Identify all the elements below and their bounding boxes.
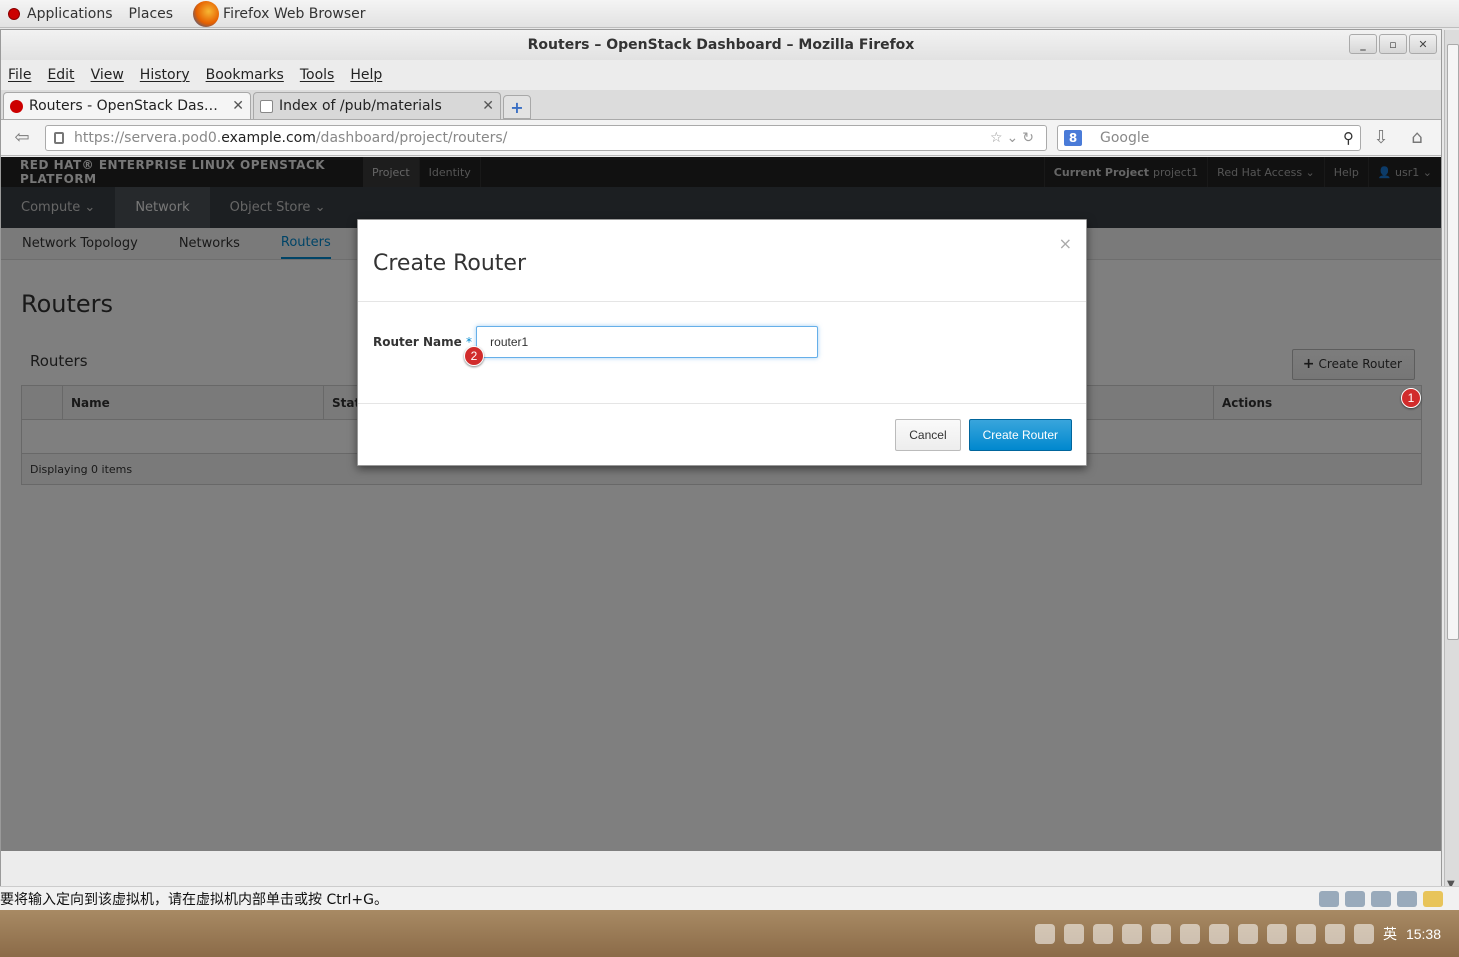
tab-title: Index of /pub/materials — [279, 98, 442, 114]
lock-icon — [54, 131, 64, 144]
vm-status-bar: 要将输入定向到该虚拟机，请在虚拟机内部单击或按 Ctrl+G。 — [0, 886, 1459, 910]
vm-input-hint: 要将输入定向到该虚拟机，请在虚拟机内部单击或按 Ctrl+G。 — [0, 891, 388, 908]
windows-taskbar: 英 15:38 — [0, 910, 1459, 957]
annotation-marker-1: 1 — [1401, 388, 1421, 408]
tab-routers[interactable]: Routers - OpenStack Dashb... ✕ — [3, 92, 251, 119]
firefox-icon — [193, 0, 220, 27]
cancel-button[interactable]: Cancel — [895, 419, 961, 451]
close-window-button[interactable]: ✕ — [1409, 34, 1437, 54]
minimize-button[interactable]: _ — [1349, 34, 1377, 54]
display-icon[interactable] — [1397, 890, 1417, 907]
maximize-button[interactable]: ▫ — [1379, 34, 1407, 54]
tray-app-icon[interactable] — [1092, 923, 1113, 944]
system-tray: 英 15:38 — [1034, 923, 1441, 944]
url-bar[interactable]: https://servera.pod0. example.com/dashboa… — [45, 124, 1047, 151]
close-icon[interactable]: × — [1059, 234, 1072, 253]
tray-app-icon[interactable] — [1150, 923, 1171, 944]
action-center-icon[interactable] — [1353, 923, 1374, 944]
clock[interactable]: 15:38 — [1406, 926, 1441, 942]
window-controls: _ ▫ ✕ — [1349, 34, 1437, 54]
tray-app-icon[interactable] — [1237, 923, 1258, 944]
tray-app-icon[interactable] — [1208, 923, 1229, 944]
input-language[interactable]: 英 — [1383, 924, 1397, 944]
window-title: Routers – OpenStack Dashboard – Mozilla … — [527, 37, 915, 53]
active-app-menu[interactable]: Firefox Web Browser — [189, 0, 366, 27]
vm-device-icons — [1319, 890, 1443, 907]
wifi-icon[interactable] — [1295, 923, 1316, 944]
bookmark-star-icon[interactable]: ☆⌄↻ — [990, 130, 1038, 146]
redhat-icon — [8, 7, 20, 20]
tab-close-icon[interactable]: ✕ — [232, 98, 244, 114]
tab-strip: Routers - OpenStack Dashb... ✕ Index of … — [1, 90, 1441, 120]
page-favicon-icon — [260, 99, 273, 113]
nvidia-icon[interactable] — [1121, 923, 1142, 944]
firefox-window: Routers – OpenStack Dashboard – Mozilla … — [0, 29, 1459, 911]
back-arrow-icon[interactable]: ⇦ — [7, 125, 37, 151]
create-router-modal: Create Router × Router Name * Cancel Cre… — [357, 219, 1087, 466]
message-icon[interactable] — [1423, 890, 1443, 907]
new-tab-button[interactable]: + — [503, 95, 531, 119]
search-placeholder: Google — [1100, 129, 1150, 146]
annotation-marker-2: 2 — [464, 346, 484, 366]
tab-title: Routers - OpenStack Dashb... — [29, 98, 227, 114]
menu-history[interactable]: History — [140, 67, 190, 83]
modal-title: Create Router — [373, 251, 527, 276]
modal-header: Create Router × — [358, 220, 1086, 302]
router-name-input[interactable] — [476, 326, 819, 358]
window-titlebar: Routers – OpenStack Dashboard – Mozilla … — [1, 30, 1441, 60]
tray-app-icon[interactable] — [1063, 923, 1084, 944]
downloads-icon[interactable]: ⇩ — [1365, 125, 1397, 151]
tray-app-icon[interactable] — [1179, 923, 1200, 944]
hard-disk-icon[interactable] — [1319, 890, 1339, 907]
url-path: /dashboard/project/routers/ — [315, 129, 508, 146]
search-bar[interactable]: 8 Google ⚲ — [1057, 124, 1361, 151]
menu-bar: File Edit View History Bookmarks Tools H… — [1, 60, 1441, 90]
router-name-label-text: Router Name — [373, 335, 462, 349]
tray-app-icon[interactable] — [1034, 923, 1055, 944]
applications-menu[interactable]: Applications — [8, 6, 113, 22]
url-host: example.com — [221, 129, 316, 146]
network-adapter-icon[interactable] — [1371, 890, 1391, 907]
places-label: Places — [128, 5, 174, 22]
url-prefix: https://servera.pod0. — [74, 129, 222, 146]
volume-icon[interactable] — [1324, 923, 1345, 944]
tab-close-icon[interactable]: ✕ — [482, 98, 494, 114]
menu-help[interactable]: Help — [350, 67, 382, 83]
redhat-favicon-icon — [10, 99, 23, 113]
search-icon[interactable]: ⚲ — [1343, 129, 1354, 147]
home-icon[interactable]: ⌂ — [1401, 125, 1433, 151]
router-name-label: Router Name * — [373, 335, 476, 349]
cd-rom-icon[interactable] — [1345, 890, 1365, 907]
vertical-scrollbar[interactable]: ▼ — [1444, 30, 1459, 892]
vertical-scroll-thumb[interactable] — [1447, 44, 1459, 640]
google-engine-icon[interactable]: 8 — [1064, 129, 1082, 146]
gnome-top-bar: Applications Places Firefox Web Browser — [0, 0, 1459, 28]
places-menu[interactable]: Places — [129, 6, 174, 22]
menu-bookmarks[interactable]: Bookmarks — [206, 67, 284, 83]
menu-tools[interactable]: Tools — [300, 67, 335, 83]
active-app-label: Firefox Web Browser — [223, 5, 366, 22]
modal-footer: Cancel Create Router — [358, 404, 1086, 466]
battery-icon[interactable] — [1266, 923, 1287, 944]
navigation-bar: ⇦ https://servera.pod0. example.com/dashb… — [1, 120, 1441, 156]
applications-label: Applications — [27, 5, 113, 22]
create-router-submit-button[interactable]: Create Router — [968, 419, 1072, 451]
menu-file[interactable]: File — [8, 67, 31, 83]
page-viewport: RED HAT® ENTERPRISE LINUX OPENSTACK PLAT… — [1, 157, 1441, 851]
tab-index-materials[interactable]: Index of /pub/materials ✕ — [253, 92, 501, 119]
menu-edit[interactable]: Edit — [47, 67, 74, 83]
menu-view[interactable]: View — [91, 67, 124, 83]
